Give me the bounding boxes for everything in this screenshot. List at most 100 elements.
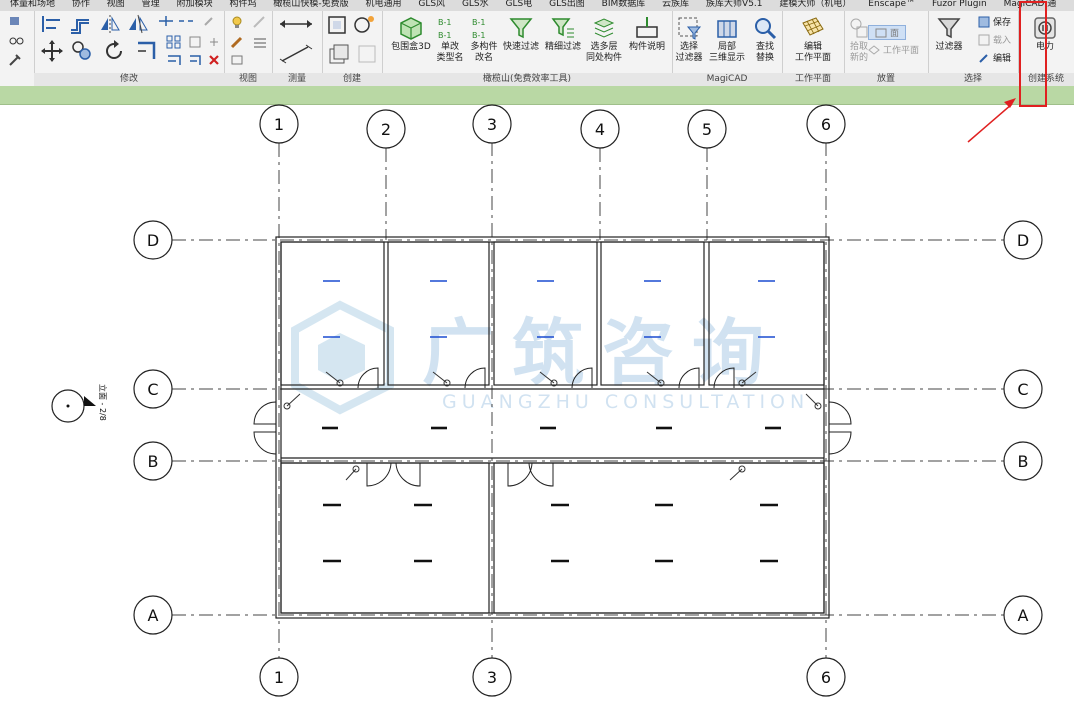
panel-place-label: 放置 bbox=[844, 73, 928, 86]
find-replace-label-2: 替换 bbox=[755, 53, 774, 63]
elevation-marker-label: 立面 - 2/8 bbox=[98, 384, 108, 421]
create-part-icon[interactable] bbox=[326, 14, 348, 36]
panel-measure-label: 测量 bbox=[272, 73, 322, 86]
grid-lines-horizontal bbox=[172, 239, 1004, 616]
link-icon[interactable] bbox=[8, 35, 26, 47]
grid-label-c-right: C bbox=[1017, 380, 1028, 399]
measure-icon[interactable] bbox=[278, 15, 314, 33]
component-desc-icon bbox=[636, 17, 658, 38]
unpin-icon[interactable] bbox=[208, 35, 220, 49]
tab-view[interactable]: 视图 bbox=[107, 0, 125, 9]
extend-icon[interactable] bbox=[188, 53, 206, 67]
rename-multiple-label-2: 改名 bbox=[474, 53, 493, 63]
tab-component-dock[interactable]: 构件坞 bbox=[229, 0, 256, 9]
filter-button[interactable]: 过滤器 bbox=[920, 15, 978, 53]
tab-cloud-lib[interactable]: 云族库 bbox=[662, 0, 689, 9]
array-icon[interactable] bbox=[166, 35, 184, 49]
grid-label-6-top: 6 bbox=[821, 115, 831, 134]
save-icon bbox=[978, 16, 990, 27]
pick-new-label-1: 拾取 bbox=[849, 42, 868, 52]
light-fixtures-black[interactable] bbox=[322, 426, 781, 563]
tab-olive-quick[interactable]: 橄榄山快模-免费版 bbox=[273, 0, 348, 9]
copy-icon[interactable] bbox=[70, 39, 94, 63]
hide-icon[interactable] bbox=[230, 53, 246, 67]
load-selection-button[interactable]: 载入 bbox=[978, 33, 1011, 46]
align-icon[interactable] bbox=[40, 14, 64, 34]
scale-icon[interactable] bbox=[188, 35, 206, 49]
grid-label-5-top: 5 bbox=[702, 120, 712, 139]
move-icon[interactable] bbox=[40, 39, 64, 63]
tab-mep-general[interactable]: 机电通用 bbox=[365, 0, 401, 9]
linework-icon[interactable] bbox=[252, 35, 268, 49]
grid-label-d-right: D bbox=[1017, 231, 1029, 250]
trim-icon[interactable] bbox=[134, 39, 158, 63]
load-label: 载入 bbox=[993, 36, 1012, 46]
assembly-icon[interactable] bbox=[356, 43, 378, 65]
face-option[interactable]: 面 bbox=[868, 25, 907, 40]
mirror-pick-icon[interactable] bbox=[98, 14, 122, 34]
trim-multiple-icon[interactable] bbox=[166, 53, 184, 67]
hammer-icon[interactable] bbox=[8, 53, 22, 67]
grid-label-3-top: 3 bbox=[487, 115, 497, 134]
local-3d-label-1: 局部 bbox=[717, 42, 736, 52]
save-selection-button[interactable]: 保存 bbox=[978, 15, 1011, 28]
grid-label-4-top: 4 bbox=[595, 120, 605, 139]
tab-gls-drawing[interactable]: GLS出图 bbox=[549, 0, 585, 9]
cursor-icon[interactable] bbox=[8, 15, 22, 27]
split-gap-icon[interactable] bbox=[178, 15, 194, 27]
tab-collaborate[interactable]: 协作 bbox=[72, 0, 90, 9]
dimension-icon[interactable] bbox=[278, 43, 314, 65]
tab-manage[interactable]: 管理 bbox=[142, 0, 160, 9]
contextual-ribbon-strip bbox=[0, 86, 1074, 105]
filter-icon bbox=[937, 18, 961, 39]
tab-modeling-master[interactable]: 建模大师（机电） bbox=[779, 0, 851, 9]
panel-view: 视图 bbox=[224, 11, 273, 86]
tab-bim-db[interactable]: BIM数据库 bbox=[602, 0, 646, 9]
grid-label-3-bottom: 3 bbox=[487, 668, 497, 687]
brush-icon[interactable] bbox=[230, 35, 246, 49]
override-graphics-icon[interactable] bbox=[252, 15, 266, 29]
create-group-icon[interactable] bbox=[352, 14, 376, 36]
offset-icon[interactable] bbox=[68, 14, 92, 34]
door-room-7-right bbox=[528, 462, 554, 487]
tab-enscape[interactable]: Enscape™ bbox=[868, 0, 915, 9]
edit-workplane-label-2: 工作平面 bbox=[794, 53, 831, 63]
tab-addins[interactable]: 附加模块 bbox=[177, 0, 213, 9]
face-label: 面 bbox=[890, 29, 900, 39]
pick-new-label-2: 新的 bbox=[849, 53, 868, 63]
tab-family-master[interactable]: 族库大师V5.1 bbox=[706, 0, 762, 9]
pin-disabled-icon[interactable] bbox=[202, 15, 216, 27]
door-room-6-right bbox=[395, 462, 421, 487]
tab-gls-elec[interactable]: GLS电 bbox=[506, 0, 533, 9]
elevation-marker-dot bbox=[66, 404, 70, 408]
grid-label-b-left: B bbox=[148, 452, 159, 471]
tab-fuzor[interactable]: Fuzor Plugin bbox=[932, 0, 987, 9]
face-icon bbox=[875, 28, 887, 37]
elevation-marker[interactable]: 立面 - 2/8 bbox=[51, 384, 108, 423]
grid-plane-icon bbox=[802, 17, 824, 36]
load-icon bbox=[978, 34, 990, 45]
grid-label-1-bottom: 1 bbox=[274, 668, 284, 687]
edit-selection-button[interactable]: 编辑 bbox=[978, 51, 1011, 64]
bulb-icon[interactable] bbox=[230, 15, 246, 29]
door-room-7-left bbox=[507, 462, 533, 487]
watermark: 广筑咨询 GUANGZHU CONSULTATION bbox=[291, 300, 804, 415]
mirror-draw-icon[interactable] bbox=[126, 14, 150, 34]
panel-place: 拾取 新的 面 工作平面 放置 bbox=[844, 11, 929, 86]
workplane-option[interactable]: 工作平面 bbox=[868, 43, 919, 56]
similar-icon[interactable] bbox=[328, 43, 352, 65]
tab-gls-air[interactable]: GLS风 bbox=[418, 0, 445, 9]
panel-select: 过滤器 保存 载入 编辑 选择 bbox=[928, 11, 1019, 86]
rotate-icon[interactable] bbox=[102, 39, 126, 63]
panel-select-partial bbox=[0, 11, 35, 86]
split-icon[interactable] bbox=[158, 15, 174, 27]
box-3d-icon bbox=[400, 17, 422, 40]
tab-massing[interactable]: 体量和场地 bbox=[10, 0, 55, 9]
tab-gls-water[interactable]: GLS水 bbox=[462, 0, 489, 9]
watermark-chinese: 广筑咨询 bbox=[422, 311, 782, 395]
grid-label-a-right: A bbox=[1018, 606, 1029, 625]
stack-layers-icon bbox=[593, 18, 615, 38]
floor-plan-canvas[interactable]: 广筑咨询 GUANGZHU CONSULTATION 1 2 3 4 5 6 1… bbox=[0, 104, 1074, 713]
delete-icon[interactable] bbox=[208, 53, 220, 67]
door-west-upper bbox=[253, 401, 277, 425]
